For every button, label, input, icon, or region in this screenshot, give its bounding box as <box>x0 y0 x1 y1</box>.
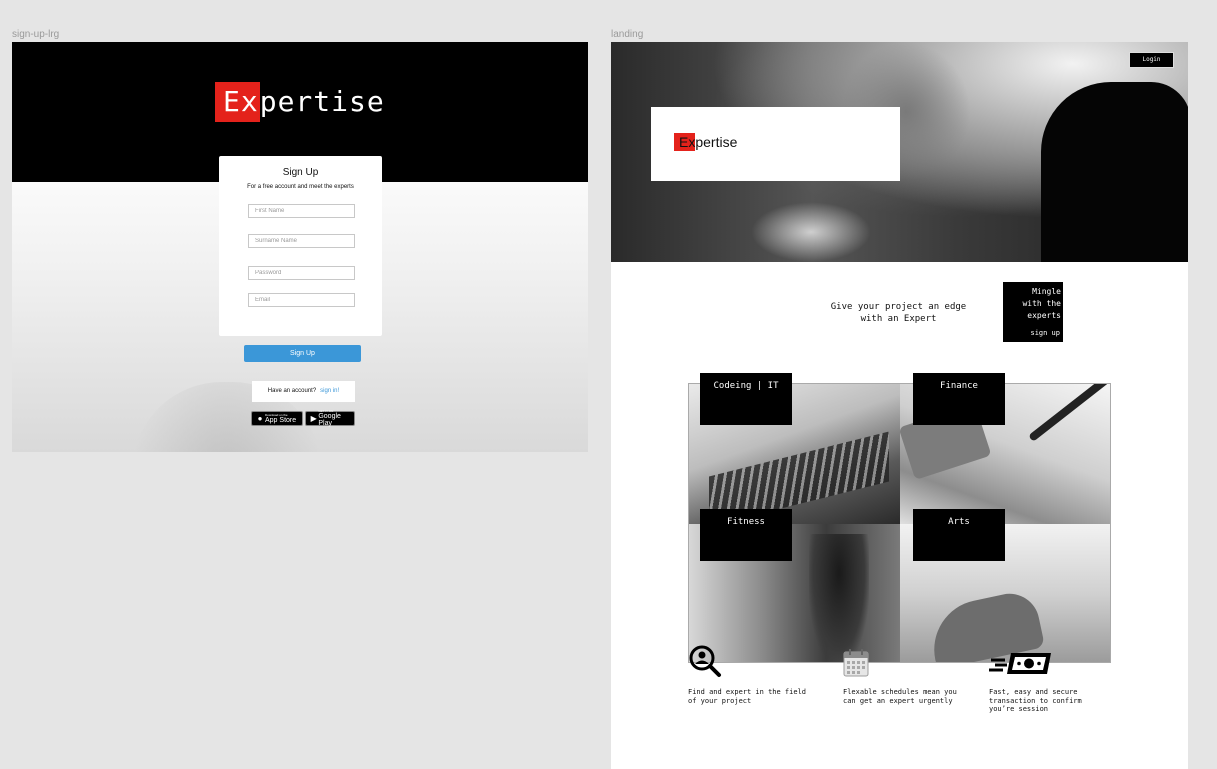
feature-3-line-2: transaction to confirm <box>989 696 1082 705</box>
mingle-signup-button[interactable]: Mingle with the experts sign up <box>1003 282 1063 342</box>
feature-2-line-1: Flexable schedules mean you <box>843 688 957 696</box>
signup-subtitle: For a free account and meet the experts <box>247 184 354 190</box>
google-play-text: Google Play <box>318 413 341 427</box>
logo-highlight: Ex <box>674 133 696 151</box>
mingle-line-3: experts <box>1027 311 1061 320</box>
feature-3-line-1: Fast, easy and secure <box>989 688 1078 696</box>
email-field[interactable] <box>248 293 355 307</box>
feature-3-line-3: you’re session <box>989 705 1049 713</box>
app-store-text: App Store <box>265 416 297 424</box>
have-account-box: Have an account? sign in! <box>252 381 355 402</box>
mingle-signup-label: sign up <box>1030 329 1060 337</box>
play-icon: ▶ <box>310 414 317 423</box>
signup-card: Sign Up For a free account and meet the … <box>219 156 382 336</box>
apple-icon: ● <box>257 414 263 423</box>
feature-find-expert: Find and expert in the field of your pro… <box>688 645 828 705</box>
edge-tagline: Give your project an edge with an Expert <box>821 301 976 325</box>
mingle-line-2: with the <box>1022 299 1061 308</box>
calendar-icon <box>843 649 869 677</box>
edge-line-1: Give your project an edge <box>830 302 967 312</box>
first-name-field[interactable] <box>248 204 355 218</box>
feature-1-line-1: Find and expert in the field <box>688 688 807 696</box>
fast-money-icon <box>989 653 1051 674</box>
category-label-fitness[interactable]: Fitness <box>700 509 792 561</box>
mingle-text: Mingle with the experts <box>1003 286 1061 322</box>
have-account-text: Have an account? <box>267 388 317 394</box>
signup-submit-button[interactable]: Sign Up <box>244 345 361 362</box>
feature-flexible-schedule: Flexable schedules mean you can get an e… <box>843 649 983 705</box>
feature-1-line-2: of your project <box>688 696 752 705</box>
password-field[interactable] <box>248 266 355 280</box>
edge-line-2: with an Expert <box>860 314 937 324</box>
category-label-arts[interactable]: Arts <box>913 509 1005 561</box>
login-button[interactable]: Login <box>1129 52 1174 68</box>
feature-fast-transaction: Fast, easy and secure transaction to con… <box>989 653 1129 714</box>
logo-text: pertise <box>259 85 385 118</box>
sign-in-link[interactable]: sign in! <box>320 388 339 394</box>
hero-figure-right <box>1041 82 1188 262</box>
signup-frame: Expertise Sign Up For a free account and… <box>12 42 588 452</box>
runner-photo <box>809 534 869 662</box>
logo-text: pertise <box>695 134 738 150</box>
hero-logo-box: Expertise <box>651 107 900 181</box>
signup-title: Sign Up <box>282 167 319 178</box>
feature-2-line-2: can get an expert urgently <box>843 696 953 705</box>
category-label-finance[interactable]: Finance <box>913 373 1005 425</box>
pen-photo <box>1028 384 1110 442</box>
signup-logo: Expertise <box>215 82 385 122</box>
landing-frame: Expertise Login Give your project an edg… <box>611 42 1188 769</box>
signup-frame-label: sign-up-lrg <box>12 29 60 40</box>
landing-logo: Expertise <box>674 133 737 151</box>
magnifier-person-icon <box>689 645 721 677</box>
surname-field[interactable] <box>248 234 355 248</box>
category-label-coding[interactable]: Codeing | IT <box>700 373 792 425</box>
logo-highlight: Ex <box>215 82 260 122</box>
hero-photo: Expertise Login <box>611 42 1188 262</box>
landing-frame-label: landing <box>611 29 644 40</box>
mingle-line-1: Mingle <box>1032 287 1061 296</box>
hero-hands <box>751 202 871 262</box>
app-store-badge[interactable]: ● Download on the App Store <box>251 411 303 426</box>
google-play-badge[interactable]: ▶ GET IT ON Google Play <box>305 410 355 427</box>
